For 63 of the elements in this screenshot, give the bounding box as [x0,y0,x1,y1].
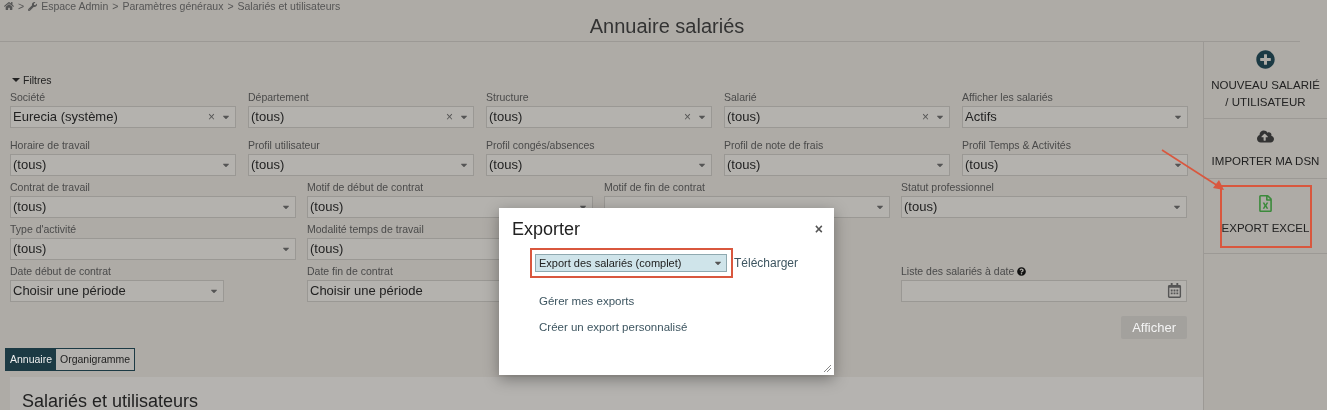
help-icon[interactable] [1017,266,1027,276]
select-field[interactable]: (tous) [10,153,236,176]
action-label: EXPORT EXCEL [1221,221,1310,236]
select-field[interactable]: Eurecia (système) × [10,105,236,128]
resize-grip-icon[interactable] [824,365,831,372]
select-field[interactable]: (tous) × [724,105,950,128]
breadcrumb-separator: > [227,0,234,12]
select-field[interactable]: (tous) [962,153,1188,176]
select-field[interactable]: (tous) [486,153,712,176]
field-label: Département [248,90,309,104]
clear-icon[interactable]: × [446,109,453,124]
date-field[interactable] [901,279,1187,302]
field-label: Profil congés/absences [486,138,595,152]
field-label: Structure [486,90,529,104]
field-label: Profil de note de frais [724,138,824,152]
field-label: Statut professionnel [901,180,994,194]
field-label: Date fin de contrat [307,264,393,278]
select-field[interactable]: (tous) [248,153,474,176]
select-field[interactable]: (tous) × [486,105,712,128]
dialog-link[interactable]: Gérer mes exports [539,295,635,307]
export-select[interactable]: Export des salariés (complet) [535,254,727,272]
select-field[interactable]: Actifs [962,105,1188,128]
select-field[interactable]: (tous) × [248,105,474,128]
download-link[interactable]: Télécharger [734,256,799,270]
sidebar-action[interactable]: EXPORT EXCEL [1204,179,1327,254]
clear-icon[interactable]: × [922,109,929,124]
field-label: Type d'activité [10,222,77,236]
select-field[interactable]: (tous) [10,237,296,260]
field-label: Société [10,90,46,104]
period-select[interactable]: Choisir une période [10,279,224,302]
plus-icon [1256,49,1275,69]
calendar-icon[interactable] [1167,283,1182,298]
page-title: Annuaire salariés [588,15,746,38]
field-label: Horaire de travail [10,138,90,152]
select-field[interactable]: (tous) [901,195,1187,218]
field-label: Modalité temps de travail [307,222,424,236]
select-field[interactable]: (tous) [724,153,950,176]
breadcrumb-separator: > [18,0,25,12]
view-tab[interactable]: Organigramme [56,348,135,370]
field-label: Motif de début de contrat [307,180,424,194]
clear-icon[interactable]: × [684,109,691,124]
field-label: Liste des salariés à date [901,265,1015,277]
dialog-link[interactable]: Créer un export personnalisé [539,321,688,333]
field-label: Date début de contrat [10,264,111,278]
select-field[interactable]: (tous) [10,195,296,218]
wrench-icon [28,1,38,11]
view-tab[interactable]: Annuaire [6,348,57,370]
filters-toggle[interactable]: Filtres [12,73,52,86]
field-label: Afficher les salariés [962,90,1053,104]
spreadsheet-file-icon [1257,195,1274,212]
sidebar-action[interactable]: NOUVEAU SALARIÉ / UTILISATEUR [1204,42,1327,119]
home-icon[interactable] [4,1,14,11]
field-label: Contrat de travail [10,180,90,194]
field-label: Profil utilisateur [248,138,320,152]
dialog-title: Exporter [512,219,581,240]
close-button[interactable]: × [814,221,823,237]
section-title: Salariés et utilisateurs [22,390,200,410]
field-label: Salarié [724,90,757,104]
breadcrumb-separator: > [112,0,119,12]
field-label: Profil Temps & Activités [962,138,1071,152]
clear-icon[interactable]: × [208,109,215,124]
sidebar-action[interactable]: IMPORTER MA DSN [1204,119,1327,179]
field-label: Motif de fin de contrat [604,180,705,194]
